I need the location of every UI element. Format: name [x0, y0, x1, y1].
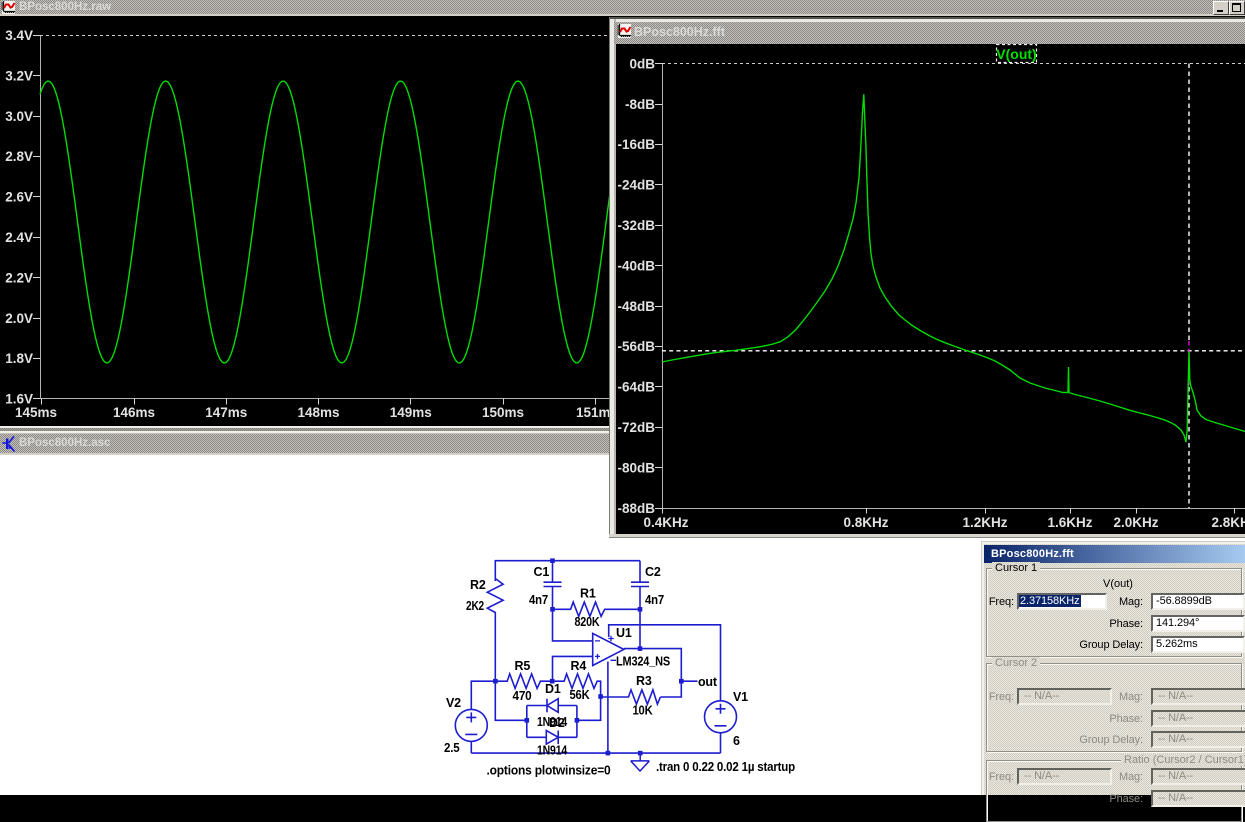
svg-text:2.0KHz: 2.0KHz [1113, 515, 1158, 530]
svg-text:4n7: 4n7 [645, 593, 664, 607]
svg-text:out: out [698, 675, 718, 689]
svg-text:-56dB: -56dB [617, 339, 655, 354]
svg-text:-48dB: -48dB [617, 299, 655, 314]
svg-text:R2: R2 [470, 578, 486, 592]
svg-text:R3: R3 [636, 674, 652, 688]
svg-text:2.6V: 2.6V [5, 190, 33, 205]
svg-text:R4: R4 [571, 659, 587, 673]
svg-text:V(out): V(out) [996, 46, 1036, 62]
svg-text:-64dB: -64dB [617, 380, 655, 395]
svg-text:148ms: 148ms [297, 405, 339, 420]
svg-text:C2: C2 [645, 565, 661, 579]
svg-text:-16dB: -16dB [617, 137, 655, 152]
svg-text:-8dB: -8dB [625, 97, 655, 112]
svg-text:56K: 56K [570, 688, 590, 702]
svg-text:2.5: 2.5 [444, 741, 460, 755]
svg-text:-24dB: -24dB [617, 178, 655, 193]
svg-text:D2: D2 [549, 716, 565, 730]
svg-text:-80dB: -80dB [617, 460, 655, 475]
svg-text:V2: V2 [446, 696, 461, 710]
svg-text:2.8V: 2.8V [5, 149, 33, 164]
svg-text:4n7: 4n7 [529, 593, 548, 607]
svg-text:1.8V: 1.8V [5, 351, 33, 366]
svg-text:2.2V: 2.2V [5, 270, 33, 285]
svg-text:V1: V1 [733, 690, 748, 704]
svg-text:3.0V: 3.0V [5, 109, 33, 124]
svg-text:470: 470 [513, 689, 532, 703]
svg-text:.tran 0 0.22 0.02 1µ startup: .tran 0 0.22 0.02 1µ startup [656, 760, 796, 774]
svg-text:LM324_NS: LM324_NS [616, 655, 670, 669]
svg-text:1.6KHz: 1.6KHz [1047, 515, 1092, 530]
svg-text:820K: 820K [575, 615, 600, 629]
svg-text:-40dB: -40dB [617, 258, 655, 273]
svg-text:0.8KHz: 0.8KHz [843, 515, 888, 530]
svg-text:3.4V: 3.4V [5, 28, 33, 43]
svg-text:145ms: 145ms [15, 405, 57, 420]
svg-text:1.2KHz: 1.2KHz [962, 515, 1007, 530]
svg-text:146ms: 146ms [113, 405, 155, 420]
svg-text:C1: C1 [534, 565, 550, 579]
svg-text:R1: R1 [580, 587, 596, 601]
svg-text:10K: 10K [633, 704, 653, 718]
svg-text:3.2V: 3.2V [5, 68, 33, 83]
svg-text:6: 6 [733, 734, 740, 748]
svg-text:2.8KHz: 2.8KHz [1211, 515, 1245, 530]
svg-text:1N914: 1N914 [537, 744, 567, 758]
svg-text:0dB: 0dB [629, 56, 655, 71]
svg-text:2.4V: 2.4V [5, 230, 33, 245]
svg-text:0.4KHz: 0.4KHz [643, 515, 688, 530]
svg-text:149ms: 149ms [390, 405, 432, 420]
svg-text:-32dB: -32dB [617, 218, 655, 233]
svg-text:147ms: 147ms [205, 405, 247, 420]
svg-text:-72dB: -72dB [617, 420, 655, 435]
svg-text:-88dB: -88dB [617, 501, 655, 516]
svg-text:2K2: 2K2 [466, 599, 484, 613]
svg-text:.options plotwinsize=0: .options plotwinsize=0 [487, 764, 611, 778]
svg-text:R5: R5 [515, 659, 531, 673]
svg-text:150ms: 150ms [482, 405, 524, 420]
svg-text:U1: U1 [616, 626, 632, 640]
svg-text:2.0V: 2.0V [5, 311, 33, 326]
svg-text:D1: D1 [545, 682, 561, 696]
